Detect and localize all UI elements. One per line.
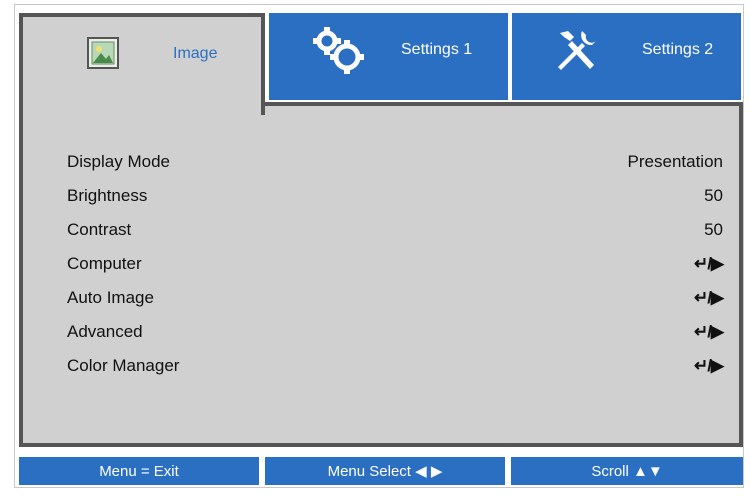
- menu-item-label: Brightness: [67, 186, 148, 205]
- menu-item-label: Computer: [67, 254, 142, 273]
- menu-item-brightness[interactable]: Brightness 50: [67, 182, 723, 210]
- menu-item-label: Advanced: [67, 322, 143, 341]
- menu-item-display-mode[interactable]: Display Mode Presentation: [67, 148, 723, 176]
- menu-item-auto-image[interactable]: Auto Image ↵/▶: [67, 284, 724, 312]
- footer-select-hint: Menu Select ◀ ▶: [265, 457, 505, 485]
- enter-submenu-icon: ↵/▶: [693, 322, 724, 341]
- gears-icon: [309, 27, 371, 80]
- tab-settings-1[interactable]: Settings 1: [269, 13, 508, 100]
- tools-icon: [552, 27, 600, 80]
- footer-hint-bar: Menu = Exit Menu Select ◀ ▶ Scroll ▲▼: [19, 457, 743, 487]
- menu-item-value: 50: [704, 220, 723, 239]
- menu-item-color-manager[interactable]: Color Manager ↵/▶: [67, 352, 724, 380]
- tab-settings-1-label: Settings 1: [401, 41, 473, 58]
- menu-panel: Display Mode Presentation Brightness 50 …: [19, 102, 743, 447]
- menu-item-computer[interactable]: Computer ↵/▶: [67, 250, 724, 278]
- enter-submenu-icon: ↵/▶: [693, 356, 724, 375]
- tab-settings-2-label: Settings 2: [642, 41, 714, 58]
- menu-item-label: Contrast: [67, 220, 132, 239]
- menu-item-advanced[interactable]: Advanced ↵/▶: [67, 318, 724, 346]
- enter-submenu-icon: ↵/▶: [693, 254, 724, 273]
- enter-submenu-icon: ↵/▶: [693, 288, 724, 307]
- image-icon: [87, 37, 119, 74]
- footer-exit-hint: Menu = Exit: [19, 457, 259, 485]
- footer-scroll-hint: Scroll ▲▼: [511, 457, 743, 485]
- menu-item-label: Auto Image: [67, 288, 154, 307]
- osd-menu: Image Settings 1 Settings 2 Display Mode…: [14, 4, 744, 488]
- tab-image-label: Image: [173, 45, 218, 62]
- menu-item-contrast[interactable]: Contrast 50: [67, 216, 723, 244]
- menu-item-value: 50: [704, 186, 723, 205]
- tab-image[interactable]: Image: [19, 13, 265, 115]
- menu-item-label: Color Manager: [67, 356, 180, 375]
- tab-bar: Image Settings 1 Settings 2: [15, 5, 745, 115]
- tab-settings-2[interactable]: Settings 2: [512, 13, 741, 100]
- menu-item-label: Display Mode: [67, 152, 170, 171]
- menu-item-value: Presentation: [627, 152, 723, 171]
